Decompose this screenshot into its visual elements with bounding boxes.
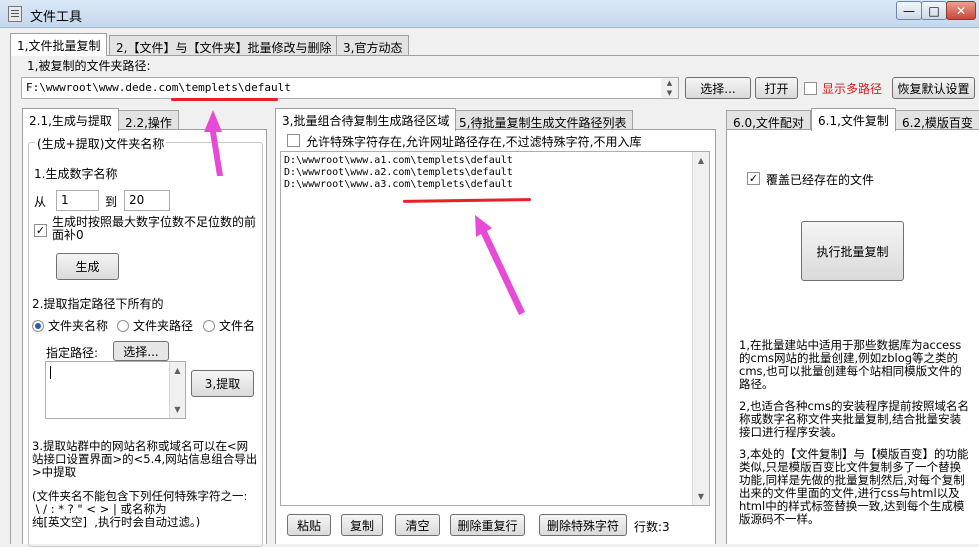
- site-extract-note: 3.提取站群中的网站名称或域名可以在<网站接口设置界面>的<5.4,网站信息组合…: [32, 439, 258, 479]
- maximize-button[interactable]: □: [921, 1, 947, 20]
- textarea-scrollbar[interactable]: ▲ ▼: [169, 362, 185, 418]
- path-line: D:\wwwroot\www.a1.com\templets\default: [284, 155, 513, 166]
- path-list-textarea[interactable]: D:\wwwroot\www.a1.com\templets\default D…: [280, 151, 710, 506]
- zero-pad-label: 生成时按照最大数字位数不足位数的前面补0: [52, 215, 257, 242]
- path-line: D:\wwwroot\www.a2.com\templets\default: [284, 167, 513, 178]
- right-panel: ✓ 覆盖已经存在的文件 执行批量复制 1,在批量建站中适用于那些数据库为acce…: [726, 129, 979, 544]
- radio-folder-path-dot[interactable]: [117, 319, 129, 332]
- allow-special-checkbox[interactable]: [287, 134, 300, 147]
- show-multi-path-checkbox[interactable]: 显示多路径: [804, 80, 882, 97]
- generate-numbers-title: 1.生成数字名称: [34, 167, 118, 181]
- description-2: 2,也适合各种cms的安装程序提前按照域名名称或数字名称文件夹批量复制,结合批量…: [739, 399, 969, 439]
- copy-button[interactable]: 复制: [341, 514, 383, 536]
- overwrite-checkbox[interactable]: ✓: [747, 172, 760, 185]
- from-label: 从: [34, 195, 47, 209]
- show-multi-path-label: 显示多路径: [822, 82, 883, 96]
- app-icon: [8, 6, 22, 22]
- restore-defaults-button[interactable]: 恢复默认设置: [892, 77, 975, 99]
- specified-path-label: 指定路径:: [46, 346, 99, 360]
- left-panel: (生成+提取)文件夹名称 1.生成数字名称 从 1 到 20 ✓ 生成时按照最大…: [22, 129, 267, 547]
- to-label: 到: [105, 195, 118, 209]
- path-list-scrollbar[interactable]: ▲ ▼: [692, 152, 709, 505]
- radio-folder-path[interactable]: 文件夹路径: [117, 317, 193, 334]
- middle-panel: 允许特殊字符存在,允许网址路径存在,不过滤特殊字符,不用入库 D:\wwwroo…: [275, 129, 716, 544]
- scroll-up-icon[interactable]: ▲: [693, 152, 709, 169]
- window-title: 文件工具: [30, 10, 83, 25]
- radio-file-name[interactable]: 文件名: [203, 317, 255, 334]
- radio-folder-name-dot[interactable]: [32, 319, 44, 332]
- scroll-down-icon[interactable]: ▼: [693, 488, 709, 505]
- title-bar: 文件工具 — □ ✕: [0, 0, 979, 28]
- extract-title: 2.提取指定路径下所有的: [32, 297, 164, 311]
- tab-official-news[interactable]: 3,官方动态: [336, 35, 410, 56]
- generate-button[interactable]: 生成: [56, 253, 119, 280]
- tab-generate-extract[interactable]: 2.1,生成与提取: [22, 108, 119, 131]
- allow-special-label: 允许特殊字符存在,允许网址路径存在,不过滤特殊字符,不用入库: [306, 135, 642, 149]
- group-title: (生成+提取)文件夹名称: [35, 135, 167, 152]
- radio-file-name-label: 文件名: [219, 319, 256, 333]
- radio-folder-name-label: 文件夹名称: [48, 319, 109, 333]
- tab-file-batch-copy[interactable]: 1,文件批量复制: [10, 33, 108, 56]
- clear-button[interactable]: 清空: [395, 514, 440, 536]
- radio-folder-path-label: 文件夹路径: [133, 319, 194, 333]
- path-line: D:\wwwroot\www.a3.com\templets\default: [284, 179, 513, 190]
- source-path-label: 1,被复制的文件夹路径:: [27, 59, 151, 73]
- scroll-up-icon[interactable]: ▲: [170, 362, 185, 379]
- source-path-input[interactable]: F:\wwwroot\www.dede.com\templets\default: [21, 77, 679, 99]
- radio-folder-name[interactable]: 文件夹名称: [32, 317, 108, 334]
- minimize-button[interactable]: —: [896, 1, 922, 20]
- tab-file-pairing[interactable]: 6.0,文件配对: [726, 110, 811, 131]
- tab-path-combine-area[interactable]: 3,批量组合待复制生成路径区域: [275, 108, 457, 131]
- path-list: D:\wwwroot\www.a1.com\templets\default D…: [284, 155, 513, 191]
- paste-button[interactable]: 粘贴: [287, 514, 331, 536]
- special-char-note: (文件夹名不能包含下列任何特殊字符之一: \ / : * ? " < > | 或…: [32, 489, 248, 529]
- line-count: 行数:3: [634, 520, 670, 534]
- scroll-down-icon[interactable]: ▼: [170, 401, 185, 418]
- text-cursor: [50, 366, 51, 379]
- source-path-scroll[interactable]: ▲ ▼: [661, 78, 678, 98]
- show-multi-path-box[interactable]: [804, 82, 817, 95]
- tab-file-copy[interactable]: 6.1,文件复制: [811, 108, 896, 131]
- specified-path-select-button[interactable]: 选择...: [113, 341, 169, 361]
- extract-button[interactable]: 3,提取: [191, 370, 254, 397]
- from-input[interactable]: 1: [56, 190, 99, 211]
- red-underline-annotation: [171, 98, 278, 101]
- zero-pad-checkbox[interactable]: ✓: [34, 224, 47, 237]
- close-button[interactable]: ✕: [946, 1, 976, 20]
- open-source-button[interactable]: 打开: [755, 77, 798, 99]
- description-3: 3,本处的【文件复制】与【模版百变】的功能类似,只是模版百变比文件复制多了一个替…: [739, 447, 969, 526]
- radio-file-name-dot[interactable]: [203, 319, 215, 332]
- remove-duplicates-button[interactable]: 删除重复行: [450, 514, 525, 536]
- tab-template-variation[interactable]: 6.2,模版百变: [895, 110, 979, 131]
- tab-batch-modify-delete[interactable]: 2,【文件】与【文件夹】批量修改与删除: [109, 35, 339, 56]
- overwrite-label: 覆盖已经存在的文件: [766, 173, 875, 187]
- remove-special-chars-button[interactable]: 删除特殊字符: [539, 514, 627, 536]
- specified-path-textarea[interactable]: ▲ ▼: [45, 361, 186, 419]
- tab-pending-path-list[interactable]: 5,待批量复制生成文件路径列表: [452, 110, 634, 131]
- select-source-button[interactable]: 选择...: [685, 77, 751, 99]
- to-input[interactable]: 20: [124, 190, 170, 211]
- description-1: 1,在批量建站中适用于那些数据库为access的cms网站的批量创建,例如zbl…: [739, 338, 962, 391]
- execute-batch-copy-button[interactable]: 执行批量复制: [801, 221, 904, 281]
- tab-operations[interactable]: 2.2,操作: [118, 110, 179, 131]
